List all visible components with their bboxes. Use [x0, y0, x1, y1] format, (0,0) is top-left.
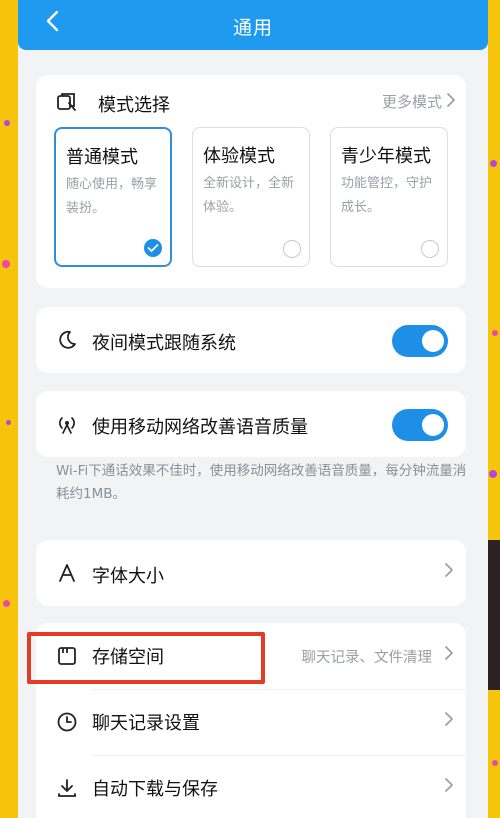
auto-download-label: 自动下载与保存	[92, 779, 218, 800]
chat-history-row[interactable]: 聊天记录设置	[36, 689, 466, 755]
storage-icon	[56, 645, 78, 671]
page-title: 通用	[232, 17, 273, 39]
confetti-dot	[492, 330, 498, 336]
confetti-dot	[4, 120, 10, 126]
mode-option-title: 体验模式	[203, 146, 275, 167]
font-icon	[56, 562, 78, 588]
mode-selection-title: 模式选择	[98, 95, 170, 116]
photo-edge	[488, 540, 500, 690]
download-icon	[56, 777, 78, 803]
mode-option-desc: 功能管控，守护成长。	[341, 176, 433, 215]
mode-selection-card: 模式选择 更多模式 普通模式 随心使用，畅享装扮。 体验模式 全新设计，全新体验…	[36, 75, 466, 288]
mode-option-desc: 全新设计，全新体验。	[203, 176, 295, 215]
mode-option-normal[interactable]: 普通模式 随心使用，畅享装扮。	[54, 127, 172, 267]
radio-unchecked-icon	[421, 240, 439, 258]
font-size-label: 字体大小	[92, 566, 164, 587]
phone-screen: 通用 模式选择 更多模式 普通模式 随心使用，畅享装扮。 体验模式 全新设计，全…	[18, 0, 488, 818]
clock-icon	[56, 711, 78, 737]
top-bar: 通用	[18, 0, 488, 50]
auto-download-row[interactable]: 自动下载与保存	[36, 755, 466, 818]
toggle-knob	[422, 330, 444, 352]
confetti-dot	[489, 470, 497, 478]
confetti-dot	[6, 420, 11, 425]
mobile-network-note: Wi-Fi下通话效果不佳时，使用移动网络改善语音质量，每分钟流量消耗约1MB。	[56, 463, 467, 502]
chevron-right-icon	[444, 562, 454, 582]
mobile-network-row: 使用移动网络改善语音质量	[36, 391, 466, 457]
confetti-dot	[490, 160, 497, 167]
moon-icon	[56, 329, 78, 355]
confetti-dot	[2, 260, 10, 268]
mode-option-desc: 随心使用，畅享装扮。	[66, 177, 158, 216]
more-modes-link[interactable]: 更多模式	[382, 91, 442, 112]
mode-selection-header[interactable]: 模式选择 更多模式	[36, 75, 466, 127]
mode-switch-icon	[56, 91, 78, 117]
radio-unchecked-icon	[283, 240, 301, 258]
mode-option-teen[interactable]: 青少年模式 功能管控，守护成长。	[330, 127, 448, 267]
signal-icon	[56, 413, 78, 439]
font-size-row[interactable]: 字体大小	[36, 540, 466, 606]
night-mode-toggle[interactable]	[392, 325, 448, 357]
chevron-right-icon	[444, 645, 454, 665]
confetti-dot	[3, 600, 10, 607]
toggle-knob	[422, 414, 444, 436]
storage-label: 存储空间	[92, 647, 164, 668]
mobile-network-toggle[interactable]	[392, 409, 448, 441]
chat-history-label: 聊天记录设置	[92, 713, 200, 734]
mode-option-title: 青少年模式	[341, 146, 431, 167]
chevron-right-icon	[444, 777, 454, 797]
chevron-right-icon	[444, 711, 454, 731]
storage-row[interactable]: 存储空间 聊天记录、文件清理	[36, 623, 466, 689]
check-icon	[144, 239, 162, 257]
mode-option-title: 普通模式	[66, 147, 138, 168]
night-mode-label: 夜间模式跟随系统	[92, 333, 236, 354]
confetti-dot	[492, 760, 498, 766]
storage-subtitle: 聊天记录、文件清理	[301, 650, 433, 666]
mode-option-experience[interactable]: 体验模式 全新设计，全新体验。	[192, 127, 310, 267]
chevron-right-icon	[446, 92, 456, 112]
mobile-network-label: 使用移动网络改善语音质量	[92, 417, 308, 438]
night-mode-row: 夜间模式跟随系统	[36, 307, 466, 373]
storage-list-card: 存储空间 聊天记录、文件清理 聊天记录设置 自动下载与保存	[36, 623, 466, 818]
